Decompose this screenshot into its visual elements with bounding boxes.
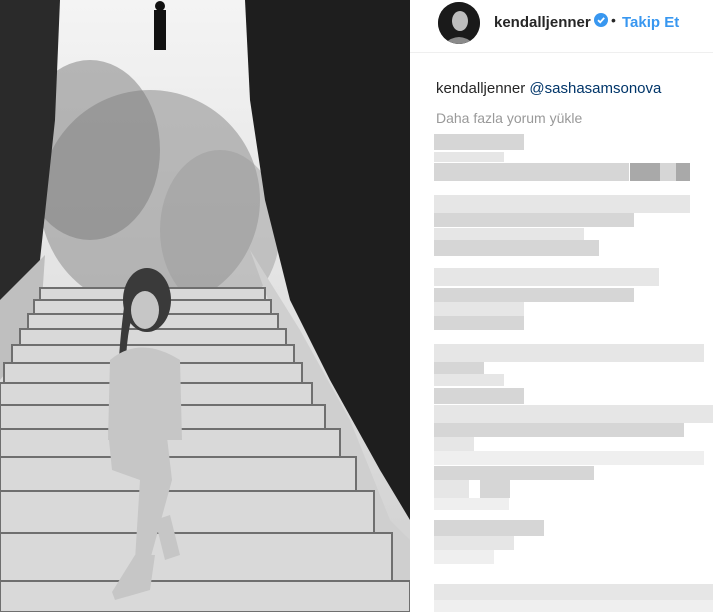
- avatar[interactable]: [438, 2, 480, 44]
- caption: kendalljenner @sashasamsonova: [436, 80, 661, 97]
- verified-badge-icon: [594, 13, 608, 27]
- separator-dot: •: [611, 12, 616, 28]
- caption-mention[interactable]: @sashasamsonova: [529, 80, 661, 97]
- author-username[interactable]: kendalljenner: [494, 14, 591, 31]
- follow-button[interactable]: Takip Et: [622, 14, 679, 31]
- caption-username[interactable]: kendalljenner: [436, 80, 525, 97]
- post-sidebar: kendalljenner • Takip Et kendalljenner @…: [410, 0, 713, 612]
- load-more-comments[interactable]: Daha fazla yorum yükle: [436, 110, 582, 126]
- avatar-image: [438, 2, 480, 44]
- post-photo-graphic: [0, 0, 410, 612]
- post-photo[interactable]: [0, 0, 410, 612]
- post-header: kendalljenner • Takip Et: [410, 0, 713, 53]
